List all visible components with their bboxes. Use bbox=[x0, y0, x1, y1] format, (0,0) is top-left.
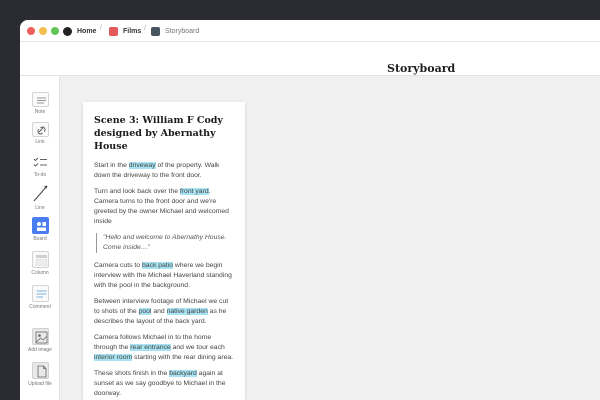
left-toolbar: Note Link To-do Line Board Column Commen… bbox=[20, 76, 60, 400]
text-run: Start in the bbox=[94, 162, 129, 169]
file-icon bbox=[31, 362, 49, 379]
highlight: rear entrance bbox=[130, 344, 171, 351]
board-header: Storyboard bbox=[20, 42, 600, 76]
text-run: starting with the rear dining area. bbox=[132, 354, 234, 361]
tool-board[interactable]: Board bbox=[20, 217, 60, 242]
highlight: backyard bbox=[169, 370, 197, 377]
card-paragraph: Camera follows Michael in to the home th… bbox=[94, 333, 235, 363]
comment-icon bbox=[31, 285, 49, 302]
breadcrumb-separator: / bbox=[144, 25, 146, 32]
tool-note[interactable]: Note bbox=[20, 92, 60, 115]
board-icon bbox=[31, 217, 49, 234]
films-board-icon bbox=[109, 26, 118, 36]
minimize-window-button[interactable] bbox=[39, 27, 47, 35]
highlight: pool bbox=[138, 308, 152, 315]
tool-link[interactable]: Link bbox=[20, 122, 60, 145]
text-run: These shots finish in the bbox=[94, 370, 170, 377]
tool-column[interactable]: Column bbox=[20, 251, 60, 276]
highlight: front yard bbox=[179, 188, 209, 195]
tool-line-label: Line bbox=[35, 205, 45, 211]
tool-upload-file-label: Upload file bbox=[28, 381, 52, 387]
tool-column-label: Column bbox=[31, 270, 49, 276]
tool-board-label: Board bbox=[33, 236, 47, 242]
tool-add-image-label: Add image bbox=[28, 347, 52, 353]
highlight: native garden bbox=[166, 308, 208, 315]
todo-icon bbox=[32, 155, 49, 170]
breadcrumb-films-label: Films bbox=[123, 27, 142, 35]
text-run: Turn and look back over the bbox=[94, 188, 180, 195]
tool-note-label: Note bbox=[34, 109, 46, 115]
text-run: Camera cuts to bbox=[94, 262, 142, 269]
card-paragraph: These shots finish in the backyard again… bbox=[94, 369, 235, 399]
maximize-window-button[interactable] bbox=[51, 27, 59, 35]
card-paragraph: Between interview footage of Michael we … bbox=[94, 297, 235, 327]
close-window-button[interactable] bbox=[27, 27, 35, 35]
tool-todo[interactable]: To-do bbox=[20, 155, 60, 178]
link-icon bbox=[31, 122, 49, 137]
line-icon bbox=[32, 183, 49, 203]
breadcrumb-films[interactable]: Films bbox=[109, 25, 141, 37]
title-bar: Home / Films / Storyboard bbox=[20, 20, 600, 42]
tool-comment-label: Comment bbox=[29, 304, 51, 310]
tool-link-label: Link bbox=[35, 139, 45, 145]
note-icon bbox=[31, 92, 49, 107]
card-paragraph: Camera cuts to back patio where we begin… bbox=[94, 261, 235, 291]
highlight: back patio bbox=[141, 262, 173, 269]
tool-comment[interactable]: Comment bbox=[20, 285, 60, 310]
tool-upload-file[interactable]: Upload file bbox=[20, 362, 60, 387]
text-run: and we tour each bbox=[170, 344, 225, 351]
image-icon bbox=[31, 328, 49, 345]
tool-add-image[interactable]: Add image bbox=[20, 328, 60, 353]
text-run: and bbox=[151, 308, 167, 315]
breadcrumb-separator: / bbox=[100, 25, 102, 32]
storyboard-board-icon bbox=[151, 26, 160, 36]
highlight: interior room bbox=[94, 354, 133, 361]
card-paragraph: Turn and look back over the front yard. … bbox=[94, 187, 235, 227]
column-icon bbox=[31, 251, 49, 268]
note-card[interactable]: Scene 3: William F Cody designed by Aber… bbox=[83, 102, 245, 400]
card-paragraph: Start in the driveway of the property. W… bbox=[94, 161, 235, 181]
home-icon bbox=[63, 26, 72, 36]
breadcrumb-home[interactable]: Home bbox=[63, 25, 96, 37]
highlight: driveway bbox=[128, 162, 156, 169]
tool-todo-label: To-do bbox=[33, 172, 47, 178]
breadcrumb-home-label: Home bbox=[77, 27, 97, 35]
tool-line[interactable]: Line bbox=[20, 183, 60, 211]
card-title: Scene 3: William F Cody designed by Aber… bbox=[94, 115, 223, 152]
app-window: Home / Films / Storyboard Storyboard Not… bbox=[20, 20, 600, 400]
breadcrumb-storyboard[interactable]: Storyboard bbox=[151, 25, 199, 37]
breadcrumb-storyboard-label: Storyboard bbox=[165, 27, 200, 35]
page-title: Storyboard bbox=[387, 62, 456, 75]
card-quote: "Hello and welcome to Abernathy House. C… bbox=[96, 233, 235, 253]
